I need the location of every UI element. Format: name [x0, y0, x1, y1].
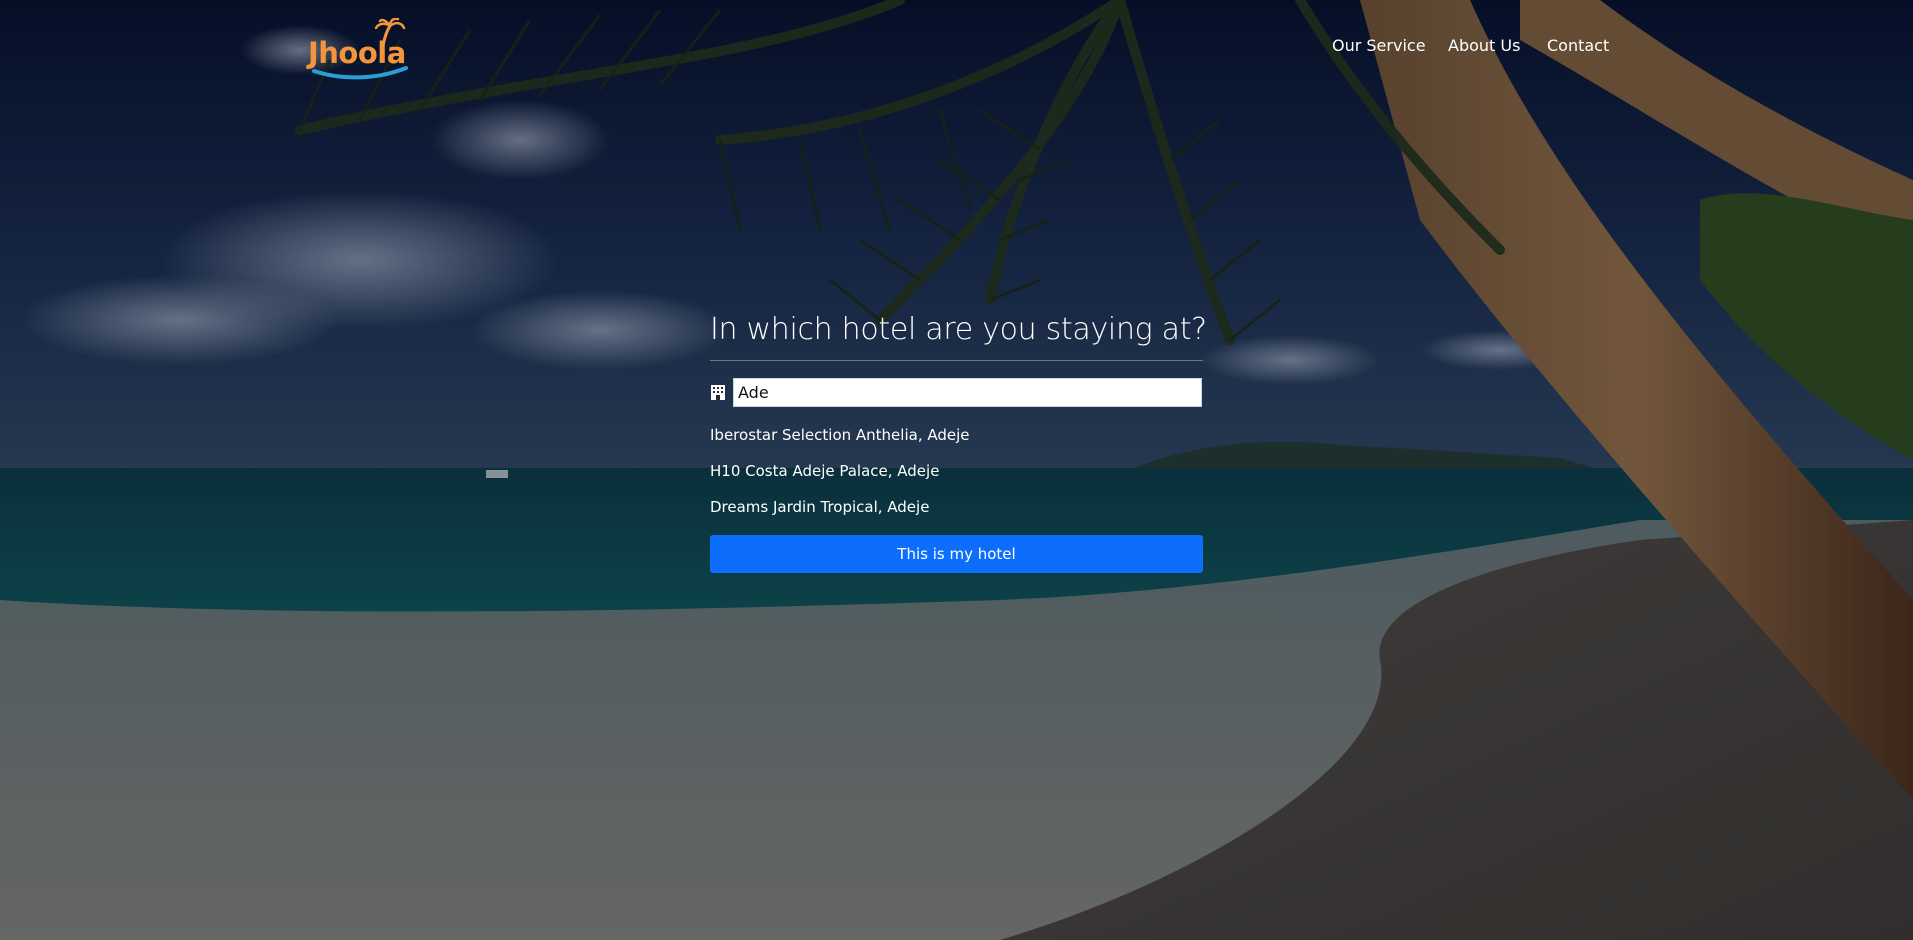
hotel-suggestion[interactable]: Dreams Jardin Tropical, Adeje — [710, 489, 1203, 525]
confirm-hotel-button[interactable]: This is my hotel — [710, 535, 1203, 573]
divider — [710, 360, 1203, 361]
hotel-search-input[interactable] — [733, 378, 1202, 407]
page-title: In which hotel are you staying at? — [710, 312, 1207, 347]
nav-link-contact[interactable]: Contact — [1547, 36, 1609, 56]
hotel-suggestion[interactable]: Iberostar Selection Anthelia, Adeje — [710, 417, 1203, 453]
main-nav: Our Service About Us Contact — [0, 36, 1913, 60]
page: Jhoola Our Service About Us Contact In w… — [0, 0, 1913, 940]
nav-link-about-us[interactable]: About Us — [1448, 36, 1520, 56]
hotel-suggestion[interactable]: H10 Costa Adeje Palace, Adeje — [710, 453, 1203, 489]
hotel-search-row — [710, 378, 1203, 407]
nav-link-our-service[interactable]: Our Service — [1332, 36, 1426, 56]
hotel-suggestion-list: Iberostar Selection Anthelia, Adeje H10 … — [710, 417, 1203, 525]
hotel-search-panel: In which hotel are you staying at? Ibero… — [710, 312, 1207, 573]
hotel-icon — [711, 385, 725, 400]
